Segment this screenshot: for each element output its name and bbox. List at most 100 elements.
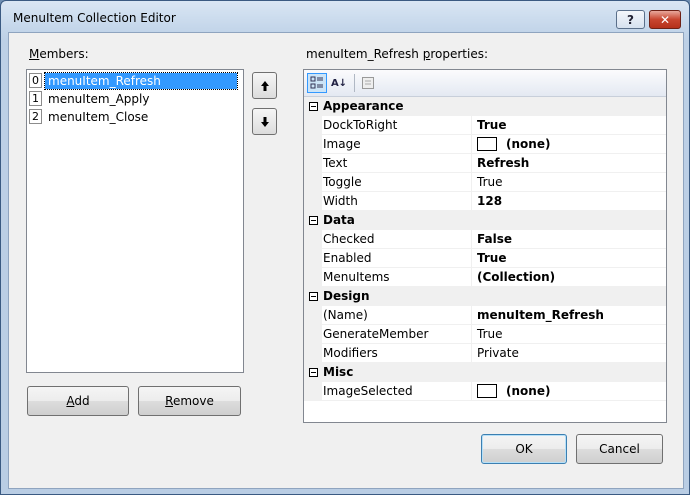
gutter xyxy=(304,97,322,116)
gutter xyxy=(304,287,322,306)
property-value[interactable]: Refresh xyxy=(472,154,529,172)
property-value[interactable]: False xyxy=(472,230,512,248)
image-preview-swatch xyxy=(477,384,497,398)
property-value[interactable]: menuItem_Refresh xyxy=(472,306,604,324)
collapse-icon[interactable] xyxy=(308,292,318,301)
categorized-icon xyxy=(310,76,323,89)
gutter xyxy=(304,154,322,172)
property-row[interactable]: Checked False xyxy=(304,230,666,249)
collapse-icon[interactable] xyxy=(308,102,318,111)
help-button[interactable]: ? xyxy=(616,10,645,29)
property-name: (Name) xyxy=(322,306,472,324)
collapse-icon[interactable] xyxy=(308,368,318,377)
close-icon: ✕ xyxy=(659,12,671,27)
property-value[interactable]: True xyxy=(472,116,506,134)
property-row[interactable]: Image (none) xyxy=(304,135,666,154)
gutter xyxy=(304,173,322,191)
property-value[interactable]: 128 xyxy=(472,192,502,210)
dialog-body: Members: 0 menuItem_Refresh 1 menuItem_Appl… xyxy=(8,32,684,489)
property-name: Toggle xyxy=(322,173,472,191)
cancel-button-label: Cancel xyxy=(599,442,640,456)
property-value-text: (Collection) xyxy=(477,270,556,284)
alphabetical-button[interactable]: A↓ xyxy=(329,73,349,93)
item-name: menuItem_Apply xyxy=(48,91,150,106)
property-value[interactable]: True xyxy=(472,173,503,191)
title-bar[interactable]: MenuItem Collection Editor ? ✕ xyxy=(1,1,689,35)
property-name: Image xyxy=(322,135,472,153)
gutter xyxy=(304,325,322,343)
gutter xyxy=(304,230,322,248)
remove-button[interactable]: Remove xyxy=(138,386,241,416)
property-value-text: menuItem_Refresh xyxy=(477,308,604,322)
property-row[interactable]: Toggle True xyxy=(304,173,666,192)
property-value[interactable]: Private xyxy=(472,344,519,362)
category-name: Misc xyxy=(323,365,354,379)
category-row[interactable]: Data xyxy=(304,211,666,230)
move-up-button[interactable] xyxy=(252,72,277,99)
list-item[interactable]: 2 menuItem_Close xyxy=(29,108,151,125)
property-value[interactable]: True xyxy=(472,325,503,343)
add-button-label: Add xyxy=(66,394,90,408)
item-index: 0 xyxy=(29,73,42,88)
gutter xyxy=(304,192,322,210)
gutter xyxy=(304,135,322,153)
arrow-down-icon xyxy=(260,116,269,127)
property-name: Width xyxy=(322,192,472,210)
property-row[interactable]: (Name) menuItem_Refresh xyxy=(304,306,666,325)
property-value-text: (none) xyxy=(506,384,551,398)
category-row[interactable]: Design xyxy=(304,287,666,306)
property-row[interactable]: GenerateMember True xyxy=(304,325,666,344)
list-item[interactable]: 0 menuItem_Refresh xyxy=(29,71,238,90)
cancel-button[interactable]: Cancel xyxy=(576,434,663,464)
property-name: ImageSelected xyxy=(322,382,472,400)
ok-button-label: OK xyxy=(515,442,533,456)
collapse-icon[interactable] xyxy=(308,216,318,225)
property-row[interactable]: Enabled True xyxy=(304,249,666,268)
property-name: GenerateMember xyxy=(322,325,472,343)
property-value-text: False xyxy=(477,232,512,246)
item-name: menuItem_Refresh xyxy=(44,71,238,90)
category-name: Appearance xyxy=(323,99,404,113)
property-value-text: True xyxy=(477,175,503,189)
property-value[interactable]: (none) xyxy=(472,382,550,400)
property-name: Text xyxy=(322,154,472,172)
help-icon: ? xyxy=(627,12,634,27)
property-name: DockToRight xyxy=(322,116,472,134)
property-row[interactable]: ImageSelected (none) xyxy=(304,382,666,401)
property-value[interactable]: (none) xyxy=(472,135,550,153)
property-row[interactable]: Modifiers Private xyxy=(304,344,666,363)
property-grid[interactable]: A↓ Appearance DockToRight True Image (none) T… xyxy=(303,69,667,423)
gutter xyxy=(304,344,322,362)
close-button[interactable]: ✕ xyxy=(649,10,681,29)
move-down-button[interactable] xyxy=(252,108,277,135)
property-value-text: Refresh xyxy=(477,156,530,170)
list-item[interactable]: 1 menuItem_Apply xyxy=(29,90,152,107)
members-listbox[interactable]: 0 menuItem_Refresh 1 menuItem_Apply 2 menuIte… xyxy=(26,69,244,373)
gutter xyxy=(304,363,322,382)
add-button[interactable]: Add xyxy=(27,386,129,416)
arrow-up-icon xyxy=(260,80,269,91)
item-name: menuItem_Close xyxy=(48,109,149,124)
property-row[interactable]: DockToRight True xyxy=(304,116,666,135)
property-rows: Appearance DockToRight True Image (none) Text… xyxy=(304,97,666,401)
property-value-text: True xyxy=(477,251,507,265)
property-value[interactable]: (Collection) xyxy=(472,268,555,286)
property-name: MenuItems xyxy=(322,268,472,286)
category-name: Data xyxy=(323,213,355,227)
ok-button[interactable]: OK xyxy=(481,434,567,464)
property-row[interactable]: MenuItems (Collection) xyxy=(304,268,666,287)
gutter xyxy=(304,268,322,286)
property-value-text: True xyxy=(477,118,507,132)
category-row[interactable]: Appearance xyxy=(304,97,666,116)
property-pages-button[interactable] xyxy=(358,73,378,93)
image-preview-swatch xyxy=(477,137,497,151)
property-value[interactable]: True xyxy=(472,249,506,267)
gutter xyxy=(304,211,322,230)
category-name: Design xyxy=(323,289,370,303)
window-title: MenuItem Collection Editor xyxy=(13,11,176,25)
sort-alpha-icon: A↓ xyxy=(330,77,348,89)
categorized-button[interactable] xyxy=(307,73,327,93)
property-row[interactable]: Text Refresh xyxy=(304,154,666,173)
property-row[interactable]: Width 128 xyxy=(304,192,666,211)
category-row[interactable]: Misc xyxy=(304,363,666,382)
